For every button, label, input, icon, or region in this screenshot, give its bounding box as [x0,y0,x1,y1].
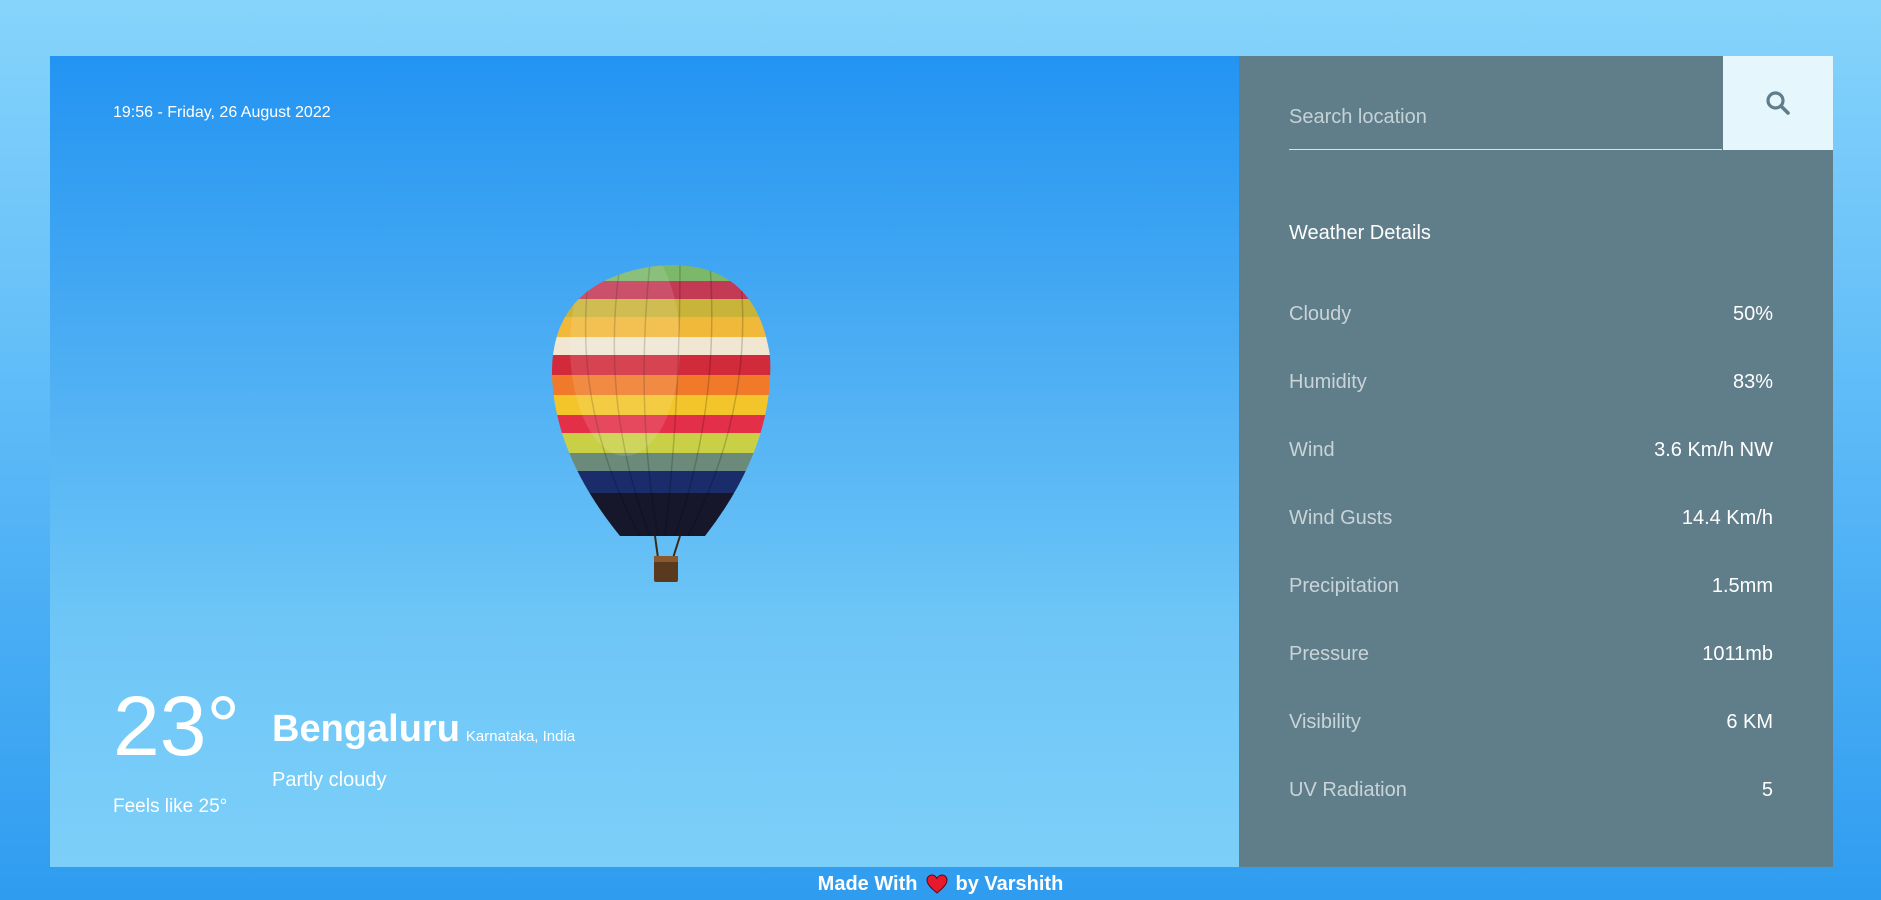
details-sidebar: Weather Details Cloudy 50% Humidity 83% … [1239,56,1833,867]
detail-label: Wind Gusts [1289,506,1393,529]
detail-label: Cloudy [1289,302,1352,325]
search-bar [1239,56,1833,150]
footer-made-with: Made With [817,872,918,895]
detail-value: 3.6 Km/h NW [1654,438,1773,461]
hot-air-balloon-illustration [551,265,771,582]
detail-label: Humidity [1289,370,1367,393]
detail-value: 6 KM [1726,710,1773,733]
detail-row-uv-radiation: UV Radiation 5 [1289,756,1773,824]
current-weather-panel: 19:56 - Friday, 26 August 2022 23° Feels… [50,56,1239,867]
current-temperature: 23° [113,679,241,773]
weather-details-list: Cloudy 50% Humidity 83% Wind 3.6 Km/h NW… [1289,280,1773,824]
detail-value: 5 [1761,778,1773,801]
footer-author: by Varshith [955,872,1064,895]
datetime: 19:56 - Friday, 26 August 2022 [113,104,331,121]
detail-value: 1011mb [1702,642,1773,665]
detail-row-wind-gusts: Wind Gusts 14.4 Km/h [1289,484,1773,552]
search-input[interactable] [1289,86,1722,150]
detail-row-visibility: Visibility 6 KM [1289,688,1773,756]
detail-row-pressure: Pressure 1011mb [1289,620,1773,688]
weather-details-title: Weather Details [1289,222,1431,244]
detail-label: Visibility [1289,710,1361,733]
detail-label: UV Radiation [1289,778,1407,801]
location-block: Bengaluru Karnataka, India Partly cloudy [272,708,575,792]
search-icon [1766,91,1790,115]
footer: Made With by Varshith [0,868,1881,900]
detail-row-precipitation: Precipitation 1.5mm [1289,552,1773,620]
detail-row-wind: Wind 3.6 Km/h NW [1289,416,1773,484]
search-button[interactable] [1723,56,1833,150]
region-name: Karnataka, India [465,728,576,745]
detail-value: 1.5mm [1711,574,1773,597]
detail-row-cloudy: Cloudy 50% [1289,280,1773,348]
detail-value: 50% [1732,302,1773,325]
weather-condition: Partly cloudy [272,769,387,791]
weather-card: 19:56 - Friday, 26 August 2022 23° Feels… [50,56,1833,867]
heart-icon [925,874,948,894]
city-name: Bengaluru [272,708,460,750]
detail-row-humidity: Humidity 83% [1289,348,1773,416]
detail-label: Precipitation [1289,574,1400,597]
detail-value: 14.4 Km/h [1681,506,1773,529]
detail-label: Pressure [1289,642,1370,665]
detail-label: Wind [1289,438,1335,461]
feels-like: Feels like 25° [113,796,228,817]
temperature-block: 23° Feels like 25° [113,684,240,818]
detail-value: 83% [1732,370,1773,393]
